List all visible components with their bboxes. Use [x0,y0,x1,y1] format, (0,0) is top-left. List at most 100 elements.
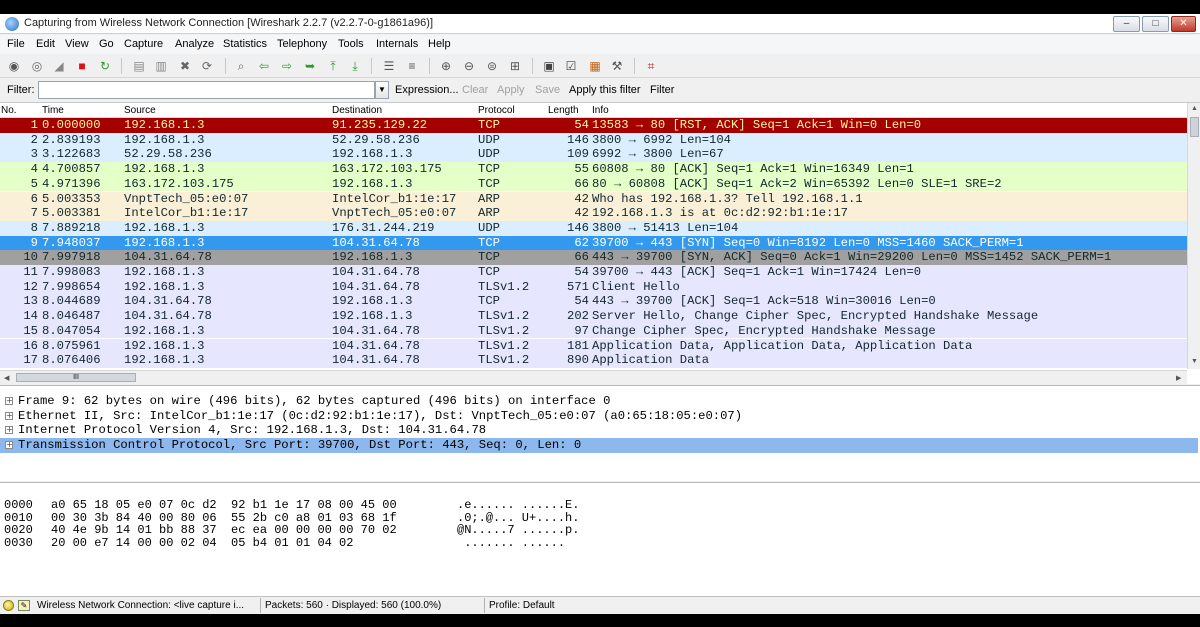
packet-row[interactable]: 6 5.003353 VnptTech_05:e0:07 IntelCor_b1:1e… [0,191,1187,207]
go-forward-icon[interactable]: ⇨ [278,57,296,75]
packet-row[interactable]: 10 7.997918 104.31.64.78 192.168.1.3 TCP 66 44… [0,250,1187,265]
colorize-icon[interactable]: ☰ [380,57,398,75]
packet-row[interactable]: 2 2.839193 192.168.1.3 52.29.58.236 UDP 146 38… [0,132,1187,148]
menu-internals[interactable]: Internals [376,38,418,50]
byte-hex[interactable]: a0 65 18 05 e0 07 0c d2 92 b1 1e 17 08 0… [51,499,397,512]
column-header-source[interactable]: Source [124,105,156,116]
close-file-icon[interactable]: ✖ [176,57,194,75]
display-filters-icon[interactable]: ☑ [562,57,580,75]
menu-capture[interactable]: Capture [124,38,163,50]
help-icon[interactable]: ⌗ [642,57,660,75]
byte-ascii[interactable]: @N.....7 ......p. [457,524,579,537]
packet-row[interactable]: 4 4.700857 192.168.1.3 163.172.103.175 TCP 55… [0,162,1187,177]
coloring-rules-icon[interactable]: ▦ [586,57,604,75]
column-header-no[interactable]: No. [1,105,17,116]
scroll-down-icon[interactable]: ▼ [1191,358,1198,365]
filter-apply-this-filter-button[interactable]: Apply this filter [569,84,641,96]
packet-row[interactable]: 8 7.889218 192.168.1.3 176.31.244.219 UDP 146… [0,220,1187,236]
packet-info-cell: 6992 → 3800 Len=67 [592,147,724,162]
scroll-right-icon[interactable]: ▶ [1176,374,1181,382]
packet-row[interactable]: 1 0.000000 192.168.1.3 91.235.129.22 TCP 54 13… [0,118,1187,133]
menu-telephony[interactable]: Telephony [277,38,327,50]
menu-edit[interactable]: Edit [36,38,55,50]
options-icon[interactable]: ◎ [28,57,46,75]
interfaces-icon[interactable]: ◉ [5,57,23,75]
preferences-icon[interactable]: ⚒ [608,57,626,75]
packet-info-cell: 192.168.1.3 is at 0c:d2:92:b1:1e:17 [592,206,848,221]
expand-tree-icon[interactable]: + [5,426,13,435]
last-packet-icon[interactable]: ⤓ [346,57,364,75]
packet-row[interactable]: 3 3.122683 52.29.58.236 192.168.1.3 UDP 109 69… [0,147,1187,163]
capture-comment-icon[interactable]: ✎ [18,600,30,611]
find-packet-icon[interactable]: ⌕ [232,57,250,75]
byte-ascii[interactable]: .e...... ......E. [457,499,579,512]
go-to-packet-icon[interactable]: ➥ [301,57,319,75]
packet-row[interactable]: 13 8.044689 104.31.64.78 192.168.1.3 TCP 54 44… [0,294,1187,310]
column-header-time[interactable]: Time [42,105,64,116]
packet-row[interactable]: 7 5.003381 IntelCor_b1:1e:17 VnptTech_05:e0… [0,206,1187,221]
detail-row[interactable]: + Transmission Control Protocol, Src Port… [0,438,1198,453]
reload-icon[interactable]: ⟳ [198,57,216,75]
open-file-icon[interactable]: ▤ [130,57,148,75]
menu-help[interactable]: Help [428,38,451,50]
zoom-out-icon[interactable]: ⊖ [460,57,478,75]
packet-len-cell: 55 [574,162,589,177]
auto-scroll-icon[interactable]: ≡ [403,57,421,75]
menu-file[interactable]: File [7,38,25,50]
filter-filter-button[interactable]: Filter [650,84,674,96]
first-packet-icon[interactable]: ⤒ [324,57,342,75]
packet-list-horizontal-scrollbar[interactable]: ◀ III ▶ [0,370,1187,384]
scroll-up-icon[interactable]: ▲ [1191,105,1198,112]
column-header-info[interactable]: Info [592,105,609,116]
close-button[interactable]: ✕ [1171,16,1196,32]
restart-capture-icon[interactable]: ↻ [96,57,114,75]
packet-row[interactable]: 14 8.046487 104.31.64.78 192.168.1.3 TLSv1.2… [0,309,1187,324]
expand-tree-icon[interactable]: + [5,441,13,450]
packet-row[interactable]: 12 7.998654 192.168.1.3 104.31.64.78 TLSv1.2… [0,279,1187,295]
normal-size-icon[interactable]: ⊜ [483,57,501,75]
menu-go[interactable]: Go [99,38,114,50]
column-header-length[interactable]: Length [548,105,579,116]
menu-tools[interactable]: Tools [338,38,364,50]
packet-proto-cell: TCP [478,176,500,191]
column-header-protocol[interactable]: Protocol [478,105,515,116]
resize-columns-icon[interactable]: ⊞ [506,57,524,75]
save-file-icon[interactable]: ▥ [152,57,170,75]
detail-row[interactable]: + Ethernet II, Src: IntelCor_b1:1e:17 (0c… [0,409,1198,424]
packet-list-vertical-scrollbar[interactable]: ▲ ▼ [1187,103,1200,369]
start-capture-icon[interactable]: ◢ [50,57,68,75]
packet-row[interactable]: 16 8.075961 192.168.1.3 104.31.64.78 TLSv1.2… [0,338,1187,354]
maximize-button[interactable]: □ [1142,16,1169,32]
packet-time-cell: 5.003353 [42,191,101,206]
packet-row[interactable]: 15 8.047054 192.168.1.3 104.31.64.78 TLSv1.2… [0,323,1187,339]
profile-text[interactable]: Profile: Default [489,600,555,611]
menu-view[interactable]: View [65,38,89,50]
packet-row[interactable]: 17 8.076406 192.168.1.3 104.31.64.78 TLSv1.2… [0,353,1187,368]
stop-capture-icon[interactable]: ■ [73,57,91,75]
packet-row[interactable]: 11 7.998083 192.168.1.3 104.31.64.78 TCP 54 39… [0,265,1187,280]
packet-row[interactable]: 5 4.971396 163.172.103.175 192.168.1.3 TCP 66… [0,176,1187,192]
zoom-in-icon[interactable]: ⊕ [437,57,455,75]
detail-row[interactable]: + Internet Protocol Version 4, Src: 192.1… [0,423,1198,438]
byte-hex[interactable]: 20 00 e7 14 00 00 02 04 05 b4 01 01 04 0… [51,536,353,550]
menu-statistics[interactable]: Statistics [223,38,267,50]
horizontal-scroll-thumb[interactable]: III [16,373,136,382]
byte-hex[interactable]: 40 4e 9b 14 01 bb 88 37 ec ea 00 00 00 0… [51,524,397,537]
detail-row[interactable]: + Frame 9: 62 bytes on wire (496 bits), 6… [0,394,1198,409]
column-header-destination[interactable]: Destination [332,105,382,116]
expand-tree-icon[interactable]: + [5,397,13,405]
packet-row[interactable]: 9 7.948037 192.168.1.3 104.31.64.78 TCP 62 397… [0,235,1187,251]
expert-info-icon[interactable] [3,600,14,611]
go-back-icon[interactable]: ⇦ [255,57,273,75]
vertical-scroll-thumb[interactable] [1190,117,1199,137]
expand-tree-icon[interactable]: + [5,411,13,420]
byte-ascii[interactable]: ....... ...... [457,536,565,550]
minimize-button[interactable]: – [1113,16,1140,32]
filter-expression-button[interactable]: Expression... [395,84,459,96]
packet-dst-cell: 163.172.103.175 [332,162,442,177]
filter-dropdown-button[interactable]: ▼ [375,81,389,99]
capture-filters-icon[interactable]: ▣ [540,57,558,75]
scroll-left-icon[interactable]: ◀ [4,374,9,382]
menu-analyze[interactable]: Analyze [175,38,214,50]
display-filter-input[interactable] [38,81,375,99]
